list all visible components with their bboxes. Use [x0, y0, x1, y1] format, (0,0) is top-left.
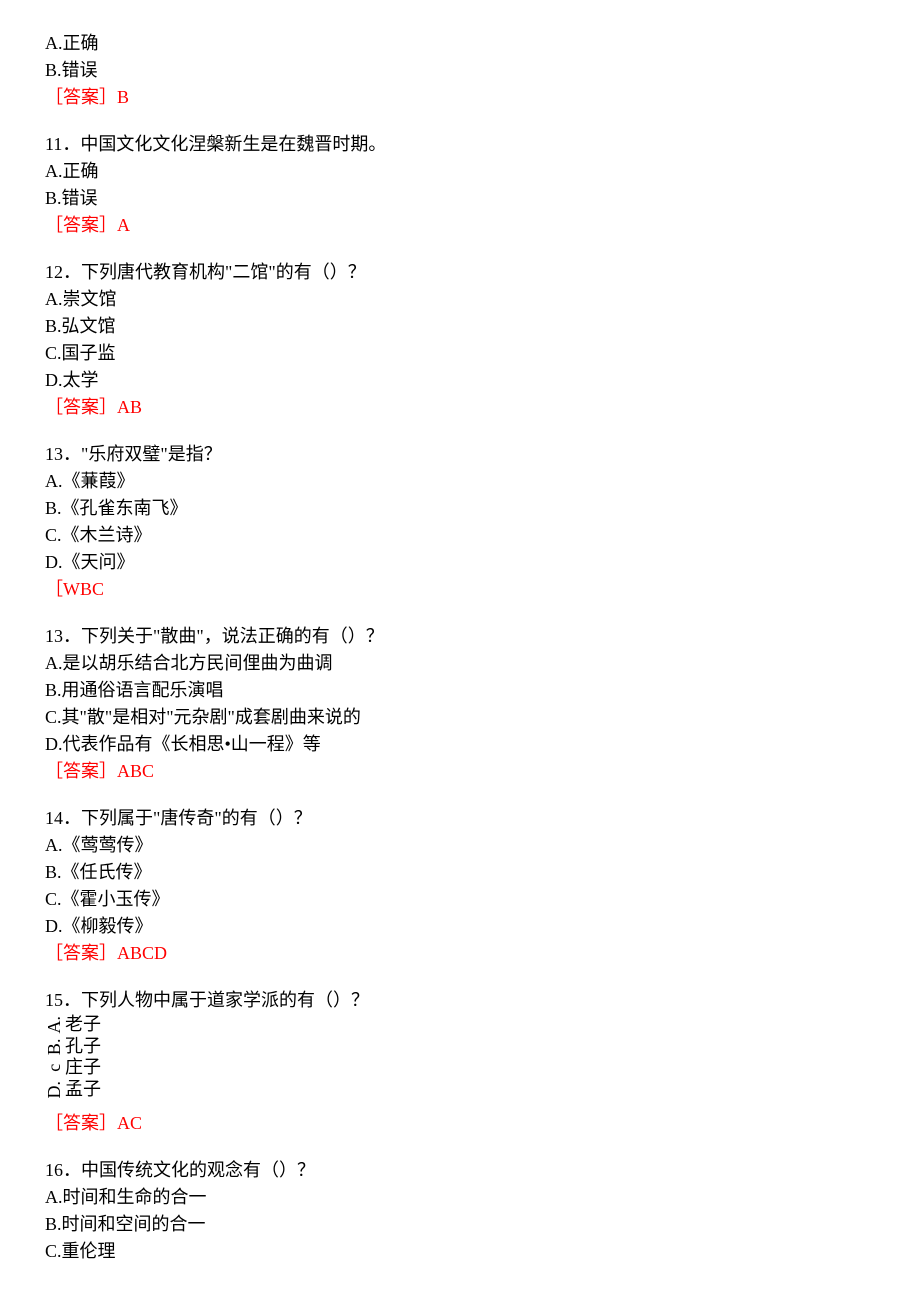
question-text: 14．下列属于"唐传奇"的有（）？ [45, 805, 875, 832]
option-b: B.孔子 [45, 1036, 875, 1058]
question-12: 12．下列唐代教育机构"二馆"的有（）？ A.崇文馆 B.弘文馆 C.国子监 D… [45, 259, 875, 421]
option-c: C.国子监 [45, 340, 875, 367]
option-c: C.其"散"是相对"元杂剧"成套剧曲来说的 [45, 704, 875, 731]
option-a: A.老子 [45, 1014, 875, 1036]
option-a: A.崇文馆 [45, 286, 875, 313]
option-d: D.《柳毅传》 [45, 913, 875, 940]
question-15: 15．下列人物中属于道家学派的有（）？ A.老子 B.孔子 c庄子 D.孟子 ［… [45, 987, 875, 1137]
question-partial: A.正确 B.错误 ［答案］B [45, 30, 875, 111]
option-a: A.正确 [45, 30, 875, 57]
option-d: D.太学 [45, 367, 875, 394]
option-c: C.重伦理 [45, 1238, 875, 1265]
answer: ［答案］ABCD [45, 940, 875, 967]
answer: ［答案］A [45, 212, 875, 239]
option-c: C.《霍小玉传》 [45, 886, 875, 913]
option-d: D.孟子 [45, 1079, 875, 1101]
question-14: 14．下列属于"唐传奇"的有（）？ A.《莺莺传》 B.《任氏传》 C.《霍小玉… [45, 805, 875, 967]
option-c: C.《木兰诗》 [45, 522, 875, 549]
question-text: 12．下列唐代教育机构"二馆"的有（）？ [45, 259, 875, 286]
question-13a: 13．"乐府双璧"是指？ A.《蒹葭》 B.《孔雀东南飞》 C.《木兰诗》 D.… [45, 441, 875, 603]
option-b: B.用通俗语言配乐演唱 [45, 677, 875, 704]
answer: ［答案］AB [45, 394, 875, 421]
question-text: 11．中国文化文化涅槃新生是在魏晋时期。 [45, 131, 875, 158]
question-text: 16．中国传统文化的观念有（）？ [45, 1157, 875, 1184]
question-text: 13．下列关于"散曲"，说法正确的有（）？ [45, 623, 875, 650]
question-16: 16．中国传统文化的观念有（）？ A.时间和生命的合一 B.时间和空间的合一 C… [45, 1157, 875, 1265]
answer: ［答案］AC [45, 1110, 875, 1137]
option-d: D.《天问》 [45, 549, 875, 576]
question-text: 13．"乐府双璧"是指？ [45, 441, 875, 468]
option-a: A.正确 [45, 158, 875, 185]
answer: ［WBC [45, 576, 875, 603]
option-b: B.弘文馆 [45, 313, 875, 340]
option-b: B.时间和空间的合一 [45, 1211, 875, 1238]
option-a: A.《莺莺传》 [45, 832, 875, 859]
option-d: D.代表作品有《长相思•山一程》等 [45, 731, 875, 758]
question-text: 15．下列人物中属于道家学派的有（）？ [45, 987, 875, 1014]
option-a: A.是以胡乐结合北方民间俚曲为曲调 [45, 650, 875, 677]
question-11: 11．中国文化文化涅槃新生是在魏晋时期。 A.正确 B.错误 ［答案］A [45, 131, 875, 239]
question-13b: 13．下列关于"散曲"，说法正确的有（）？ A.是以胡乐结合北方民间俚曲为曲调 … [45, 623, 875, 785]
option-a: A.《蒹葭》 [45, 468, 875, 495]
option-b: B.《任氏传》 [45, 859, 875, 886]
option-b: B.错误 [45, 185, 875, 212]
option-c: c庄子 [45, 1057, 875, 1079]
option-b: B.错误 [45, 57, 875, 84]
special-options: A.老子 B.孔子 c庄子 D.孟子 [45, 1014, 875, 1100]
answer: ［答案］ABC [45, 758, 875, 785]
option-b: B.《孔雀东南飞》 [45, 495, 875, 522]
answer: ［答案］B [45, 84, 875, 111]
option-a: A.时间和生命的合一 [45, 1184, 875, 1211]
